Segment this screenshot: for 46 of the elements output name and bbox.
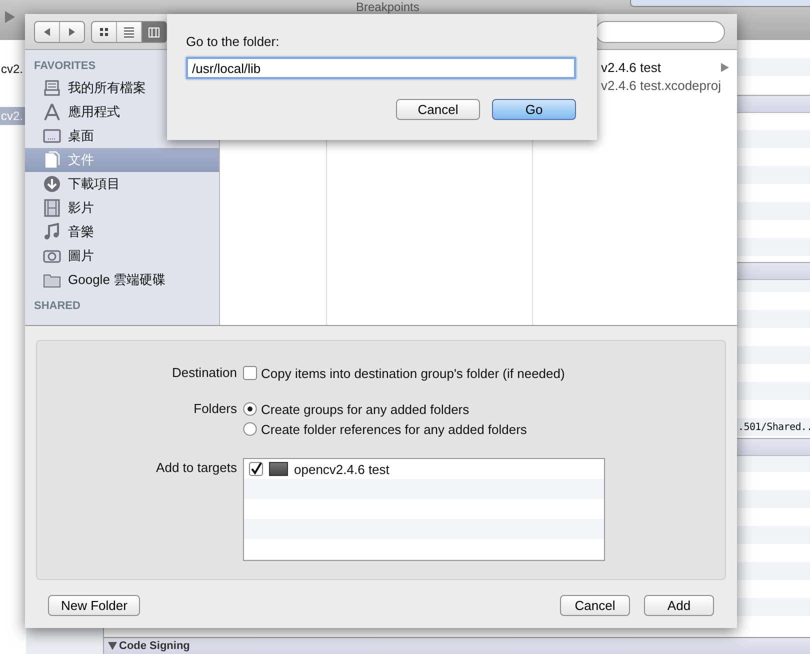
radio-option[interactable]: Create folder references for any added folders: [243, 419, 725, 439]
columns-icon[interactable]: [142, 22, 166, 42]
section-title: SHARED: [33, 300, 82, 314]
apps-icon: [43, 103, 61, 121]
sidebar-item[interactable]: 下載項目: [25, 172, 219, 196]
back-forward-control[interactable]: [34, 20, 85, 42]
field-label: Folders: [192, 400, 238, 418]
sidebar-item[interactable]: 圖片: [25, 244, 219, 268]
radio-icon[interactable]: [243, 422, 257, 436]
target-row[interactable]: opencv2.4.6 test: [244, 459, 604, 479]
checkbox-icon[interactable]: [243, 366, 257, 380]
dialog-button[interactable]: Go: [492, 99, 576, 120]
desktop-icon: [43, 127, 61, 145]
film-icon: [43, 199, 61, 217]
window-title: Breakpoints: [356, 0, 420, 14]
search-field[interactable]: [595, 20, 725, 42]
radio-option[interactable]: Create groups for any added folders: [243, 399, 725, 419]
play-icon[interactable]: [4, 10, 16, 24]
radio-icon[interactable]: [243, 402, 257, 416]
new-folder-button[interactable]: New Folder: [48, 595, 140, 616]
music-note-icon: [43, 223, 61, 241]
field-label: Destination: [170, 364, 238, 382]
section-title: Code Signing: [119, 640, 190, 652]
section-header[interactable]: Code Signing: [104, 637, 810, 654]
copy-checkbox[interactable]: Copy items into destination group's folder (if needed): [243, 363, 725, 383]
cancel-button[interactable]: Cancel: [560, 595, 630, 616]
dialog-button[interactable]: Cancel: [396, 99, 480, 120]
add-button[interactable]: Add: [644, 595, 714, 616]
field-label: Add to targets: [155, 459, 238, 477]
sidebar-item[interactable]: Google 雲端硬碟: [25, 268, 219, 292]
path-field[interactable]: /usr/local/lib: [186, 57, 576, 79]
sidebar-item[interactable]: 應用程式: [25, 100, 219, 124]
download-icon: [43, 175, 61, 193]
sidebar-item[interactable]: 影片: [25, 196, 219, 220]
checkbox-icon[interactable]: [249, 462, 263, 476]
sidebar-item[interactable]: 音樂: [25, 220, 219, 244]
stack-icon: [43, 79, 61, 97]
chevron-icon: [721, 62, 729, 72]
dialog-title: Go to the folder:: [186, 34, 280, 49]
disclosure-icon[interactable]: [108, 642, 117, 650]
navigator-item[interactable]: cv2.: [0, 60, 26, 78]
sidebar-item[interactable]: 桌面: [25, 124, 219, 148]
sidebar-item[interactable]: 我的所有檔案: [25, 76, 219, 100]
setting-value: .501/Shared..: [738, 422, 810, 433]
document-icon: [43, 151, 61, 169]
view-control[interactable]: [91, 20, 167, 42]
